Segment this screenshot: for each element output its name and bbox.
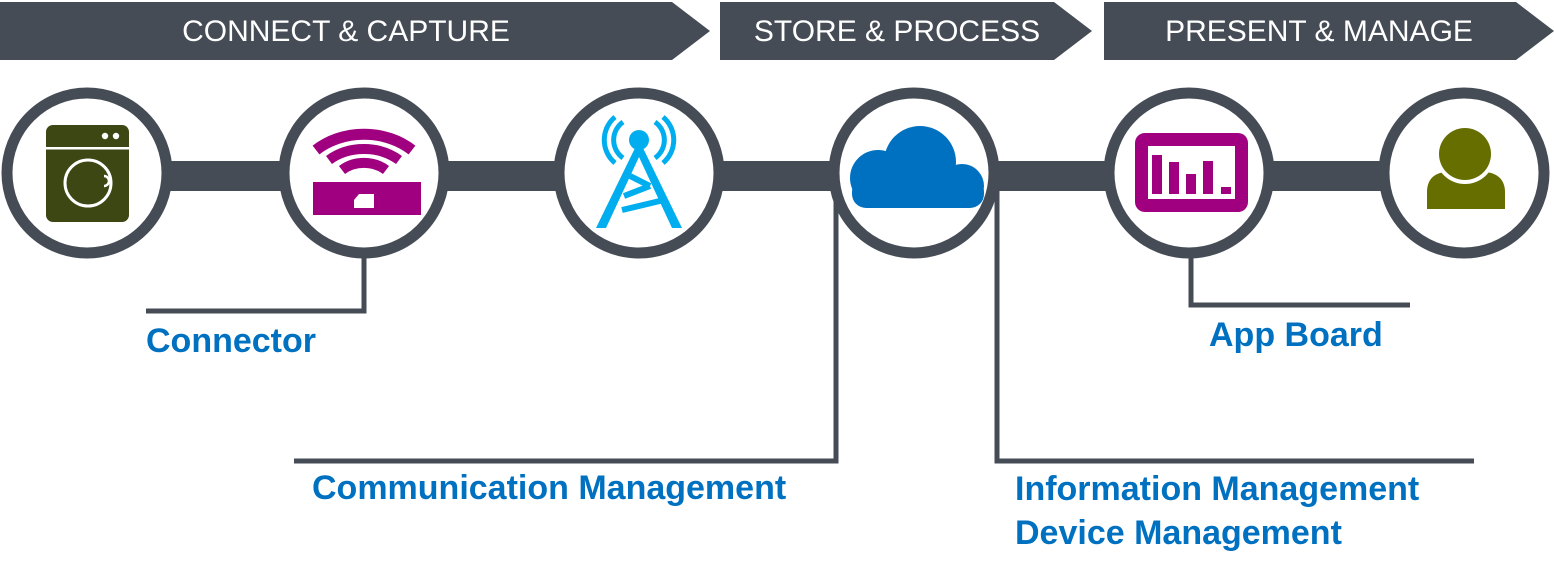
- label-device-management: Device Management: [1015, 514, 1342, 552]
- leader-line-app-board: [1188, 255, 1410, 308]
- node-circle-network: [553, 87, 725, 259]
- washing-machine-icon: [46, 125, 129, 222]
- iot-process-diagram: CONNECT & CAPTURE STORE & PROCESS PRESEN…: [0, 0, 1554, 578]
- label-information-management: Information Management: [1015, 470, 1420, 508]
- label-communication-management: Communication Management: [312, 469, 787, 507]
- label-connector: Connector: [146, 322, 316, 360]
- node-circle-connector: [278, 87, 450, 259]
- dashboard-chart-icon: [1135, 133, 1248, 212]
- leader-line-connector: [146, 255, 367, 314]
- label-app-board: App Board: [1209, 316, 1383, 354]
